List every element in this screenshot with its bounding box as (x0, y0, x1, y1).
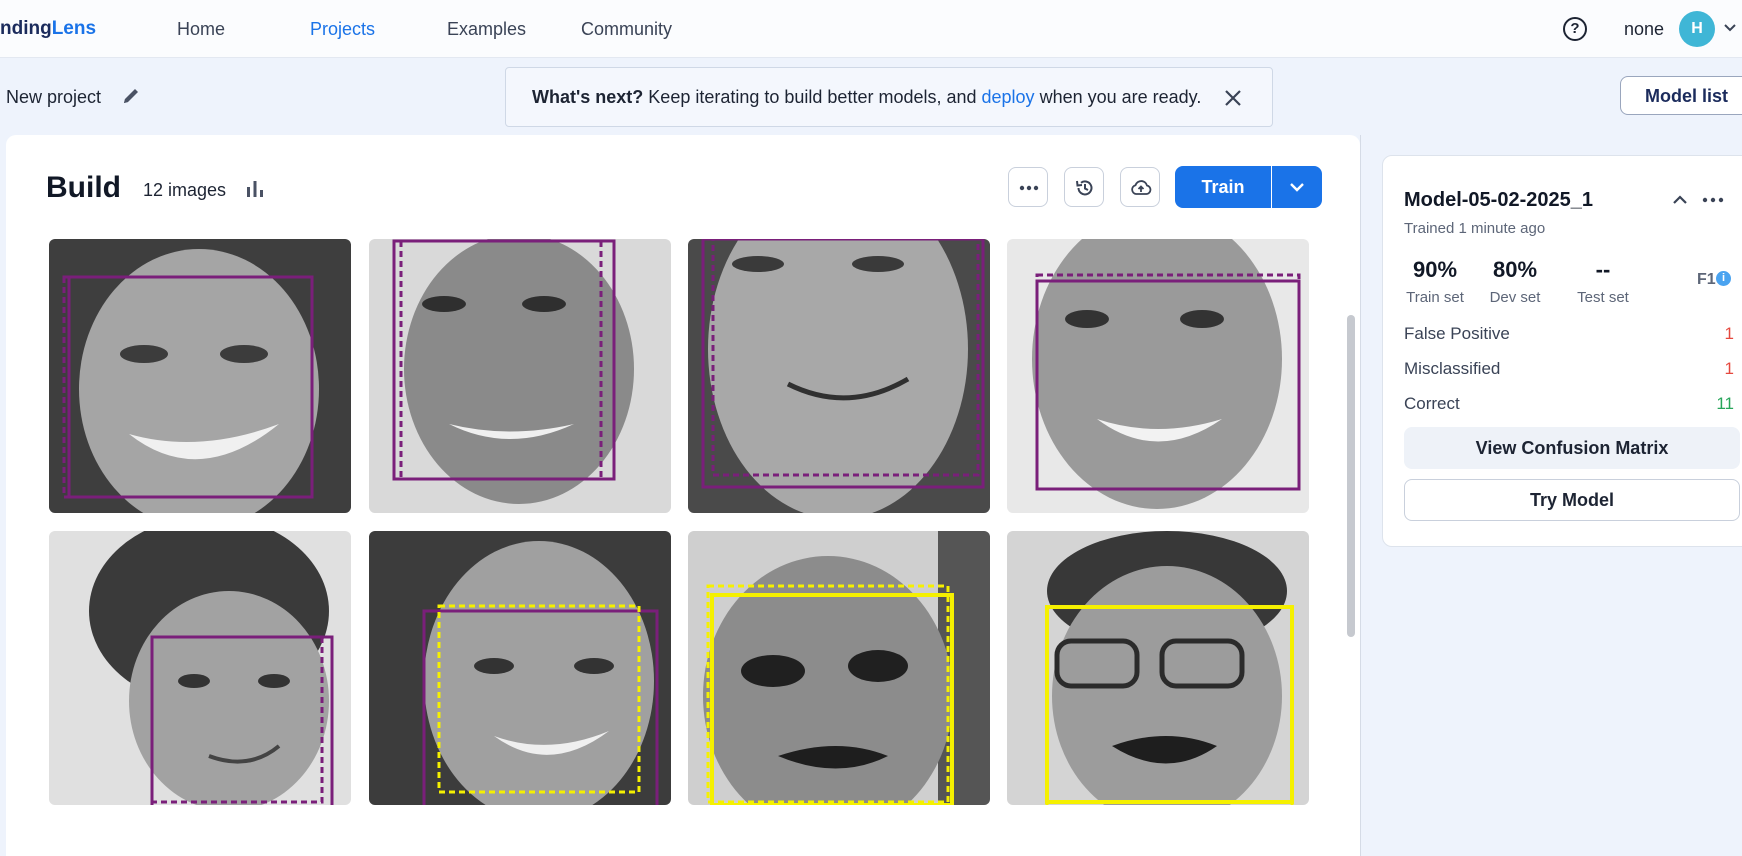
nav-projects[interactable]: Projects (310, 19, 375, 40)
metric-train: 90% Train set (1390, 257, 1480, 306)
metric-value: 90% (1412, 257, 1458, 282)
stat-correct[interactable]: Correct 11 (1404, 394, 1734, 414)
info-icon[interactable]: i (1716, 271, 1731, 286)
upload-button[interactable] (1120, 167, 1160, 207)
trained-time: Trained 1 minute ago (1404, 220, 1546, 237)
metric-type-label: F1 (1697, 271, 1716, 288)
face-image (369, 531, 671, 805)
model-name[interactable]: Model-05-02-2025_1 (1404, 189, 1593, 212)
image-thumbnail[interactable] (1007, 531, 1309, 805)
metric-dev: 80% Dev set (1470, 257, 1560, 306)
banner-heading: What's next? (532, 87, 644, 107)
nav-examples[interactable]: Examples (447, 19, 526, 40)
metric-value: 80% (1492, 257, 1538, 282)
history-button[interactable] (1064, 167, 1104, 207)
image-thumbnail[interactable] (688, 531, 990, 805)
stat-label: False Positive (1404, 324, 1510, 343)
metric-label: Test set (1577, 289, 1629, 306)
image-thumbnail[interactable] (1007, 239, 1309, 513)
stat-count: 1 (1724, 324, 1734, 343)
image-thumbnail[interactable] (369, 239, 671, 513)
metric-label: Dev set (1489, 289, 1541, 306)
face-image (688, 531, 990, 805)
stat-misclassified[interactable]: Misclassified 1 (1404, 359, 1734, 379)
chevron-up-icon[interactable] (1670, 190, 1690, 210)
stat-false-positive[interactable]: False Positive 1 (1404, 324, 1734, 344)
face-image (688, 239, 990, 513)
whats-next-banner: What's next? Keep iterating to build bet… (505, 67, 1273, 127)
avatar[interactable]: H (1679, 11, 1715, 47)
face-image (1007, 239, 1309, 513)
scrollbar[interactable] (1347, 315, 1355, 637)
bar-chart-icon[interactable] (244, 178, 266, 200)
username[interactable]: none (1624, 19, 1664, 40)
build-panel: Build 12 images Train (6, 135, 1360, 856)
face-image (49, 531, 351, 805)
cloud-upload-icon (1131, 180, 1152, 195)
image-count: 12 images (143, 180, 227, 200)
stat-count: 1 (1724, 359, 1734, 378)
train-dropdown-button[interactable] (1272, 166, 1322, 208)
more-horizontal-icon[interactable] (1701, 190, 1725, 210)
image-thumbnail[interactable] (49, 239, 351, 513)
stat-label: Correct (1404, 394, 1460, 413)
try-model-button[interactable]: Try Model (1404, 479, 1740, 521)
metric-test: -- Test set (1558, 257, 1648, 306)
pencil-icon[interactable] (120, 85, 142, 107)
close-icon[interactable] (1222, 87, 1244, 109)
nav-home[interactable]: Home (177, 19, 225, 40)
help-icon[interactable]: ? (1563, 17, 1587, 41)
stat-count: 11 (1716, 394, 1734, 413)
train-button[interactable]: Train (1175, 166, 1271, 208)
nav-community[interactable]: Community (581, 19, 672, 40)
logo-text-part2: Lens (51, 18, 97, 39)
metric-label: Train set (1406, 289, 1464, 306)
metric-value: -- (1595, 257, 1611, 282)
image-thumbnail[interactable] (49, 531, 351, 805)
stat-label: Misclassified (1404, 359, 1501, 378)
page-title: Build (46, 171, 121, 204)
deploy-link[interactable]: deploy (982, 87, 1035, 107)
face-image (369, 239, 671, 513)
image-thumbnail[interactable] (369, 531, 671, 805)
image-thumbnail[interactable] (688, 239, 990, 513)
model-list-button[interactable]: Model list (1620, 76, 1742, 115)
banner-text-after: when you are ready. (1034, 87, 1202, 107)
face-image (1007, 531, 1309, 805)
banner-text-before: Keep iterating to build better models, a… (643, 87, 982, 107)
more-horizontal-icon (1019, 185, 1039, 191)
view-confusion-matrix-button[interactable]: View Confusion Matrix (1404, 427, 1740, 469)
face-image (49, 239, 351, 513)
logo-text-part1: nding (0, 18, 52, 39)
more-options-button[interactable] (1008, 167, 1048, 207)
model-card: Model-05-02-2025_1 Trained 1 minute ago … (1382, 155, 1742, 547)
chevron-down-icon (1290, 183, 1304, 192)
history-icon (1076, 180, 1093, 196)
top-nav: ndingLens Home Projects Examples Communi… (0, 0, 1742, 58)
panel-divider (1360, 135, 1361, 856)
project-name: New project (6, 87, 102, 107)
app-logo[interactable]: ndingLens (0, 18, 96, 40)
banner-text: What's next? Keep iterating to build bet… (532, 87, 1201, 108)
chevron-down-icon[interactable] (1722, 20, 1738, 36)
